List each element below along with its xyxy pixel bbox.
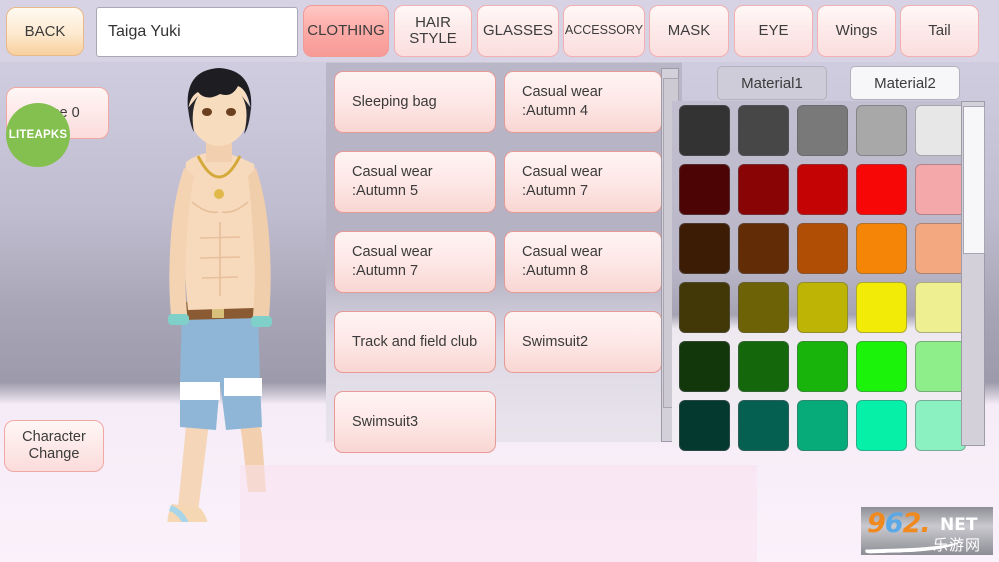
- watermark-dot: .: [920, 508, 930, 539]
- color-swatch-teals-4[interactable]: [856, 400, 907, 451]
- watermark-number: 962.: [867, 508, 931, 539]
- character-name-input[interactable]: Taiga Yuki: [96, 7, 298, 57]
- color-swatch-browns-4[interactable]: [856, 223, 907, 274]
- color-swatch-reds-3[interactable]: [797, 164, 848, 215]
- tab-mask[interactable]: MASK: [647, 5, 731, 57]
- color-swatch-reds-5[interactable]: [915, 164, 966, 215]
- color-swatch-olives-2[interactable]: [738, 282, 789, 333]
- color-swatch-browns-1[interactable]: [679, 223, 730, 274]
- clothing-item[interactable]: Casual wear :Autumn 8: [504, 231, 662, 293]
- watermark-net-text: NET: [940, 515, 978, 535]
- clothing-item[interactable]: Casual wear :Autumn 7: [504, 151, 662, 213]
- color-swatch-greens-3[interactable]: [797, 341, 848, 392]
- color-swatch-olives-3[interactable]: [797, 282, 848, 333]
- color-palette: [672, 101, 966, 451]
- clothing-item[interactable]: Swimsuit3: [334, 391, 496, 453]
- character-model: [167, 68, 272, 522]
- clothing-item[interactable]: Casual wear :Autumn 7: [334, 231, 496, 293]
- color-swatch-reds-1[interactable]: [679, 164, 730, 215]
- tab-accessory[interactable]: ACCESSORY: [561, 5, 647, 57]
- tab-tail[interactable]: Tail: [898, 5, 981, 57]
- color-swatch-teals-5[interactable]: [915, 400, 966, 451]
- watermark-digit-6: 6: [884, 508, 904, 539]
- color-swatch-browns-5[interactable]: [915, 223, 966, 274]
- tab-wings[interactable]: Wings: [815, 5, 898, 57]
- color-swatch-greens-4[interactable]: [856, 341, 907, 392]
- material-tab-material1[interactable]: Material1: [717, 66, 827, 100]
- character-customization-screen: BACK Taiga Yuki CLOTHING HAIR STYLE GLASSE…: [0, 0, 999, 562]
- clothing-items: Sleeping bag Casual wear :Autumn 4 Casual …: [326, 63, 662, 453]
- color-swatch-reds-2[interactable]: [738, 164, 789, 215]
- site-watermark: 962. NET 乐游网: [861, 507, 993, 555]
- watermark-digit-9: 9: [867, 508, 886, 539]
- top-toolbar: BACK Taiga Yuki CLOTHING HAIR STYLE GLASSE…: [0, 0, 999, 62]
- bottom-panel-overlay: [240, 465, 757, 562]
- tab-hairstyle[interactable]: HAIR STYLE: [392, 5, 474, 57]
- color-swatch-browns-2[interactable]: [738, 223, 789, 274]
- tab-clothing[interactable]: CLOTHING: [301, 5, 391, 57]
- color-swatch-browns-3[interactable]: [797, 223, 848, 274]
- color-swatch-greys-5[interactable]: [915, 105, 966, 156]
- color-swatch-greys-3[interactable]: [797, 105, 848, 156]
- color-swatch-greens-5[interactable]: [915, 341, 966, 392]
- clothing-list-panel: Sleeping bag Casual wear :Autumn 4 Casual …: [326, 62, 682, 453]
- watermark-digit-2: 2: [902, 508, 922, 539]
- clothing-item[interactable]: Sleeping bag: [334, 71, 496, 133]
- tab-glasses[interactable]: GLASSES: [475, 5, 561, 57]
- watermark-cn-text: 乐游网: [933, 536, 982, 554]
- color-swatch-olives-5[interactable]: [915, 282, 966, 333]
- color-swatch-teals-1[interactable]: [679, 400, 730, 451]
- color-swatch-greys-2[interactable]: [738, 105, 789, 156]
- color-swatch-olives-4[interactable]: [856, 282, 907, 333]
- side-button-character-change[interactable]: Character Change: [2, 420, 106, 472]
- clothing-item[interactable]: Track and field club: [334, 311, 496, 373]
- clothing-item[interactable]: Casual wear :Autumn 5: [334, 151, 496, 213]
- tab-eye[interactable]: EYE: [732, 5, 815, 57]
- color-swatch-olives-1[interactable]: [679, 282, 730, 333]
- back-button[interactable]: BACK: [6, 7, 84, 56]
- palette-scrollbar-track[interactable]: [961, 101, 985, 446]
- color-swatch-reds-4[interactable]: [856, 164, 907, 215]
- liteapks-watermark-badge: LITEAPKS: [6, 103, 70, 167]
- color-swatch-greens-2[interactable]: [738, 341, 789, 392]
- color-swatch-greys-1[interactable]: [679, 105, 730, 156]
- color-swatch-greys-4[interactable]: [856, 105, 907, 156]
- palette-scrollbar-thumb[interactable]: [963, 106, 985, 254]
- color-swatch-greens-1[interactable]: [679, 341, 730, 392]
- color-swatch-teals-2[interactable]: [738, 400, 789, 451]
- material-tab-material2[interactable]: Material2: [850, 66, 960, 100]
- character-preview: [120, 52, 330, 522]
- color-swatch-teals-3[interactable]: [797, 400, 848, 451]
- clothing-item[interactable]: Swimsuit2: [504, 311, 662, 373]
- clothing-item[interactable]: Casual wear :Autumn 4: [504, 71, 662, 133]
